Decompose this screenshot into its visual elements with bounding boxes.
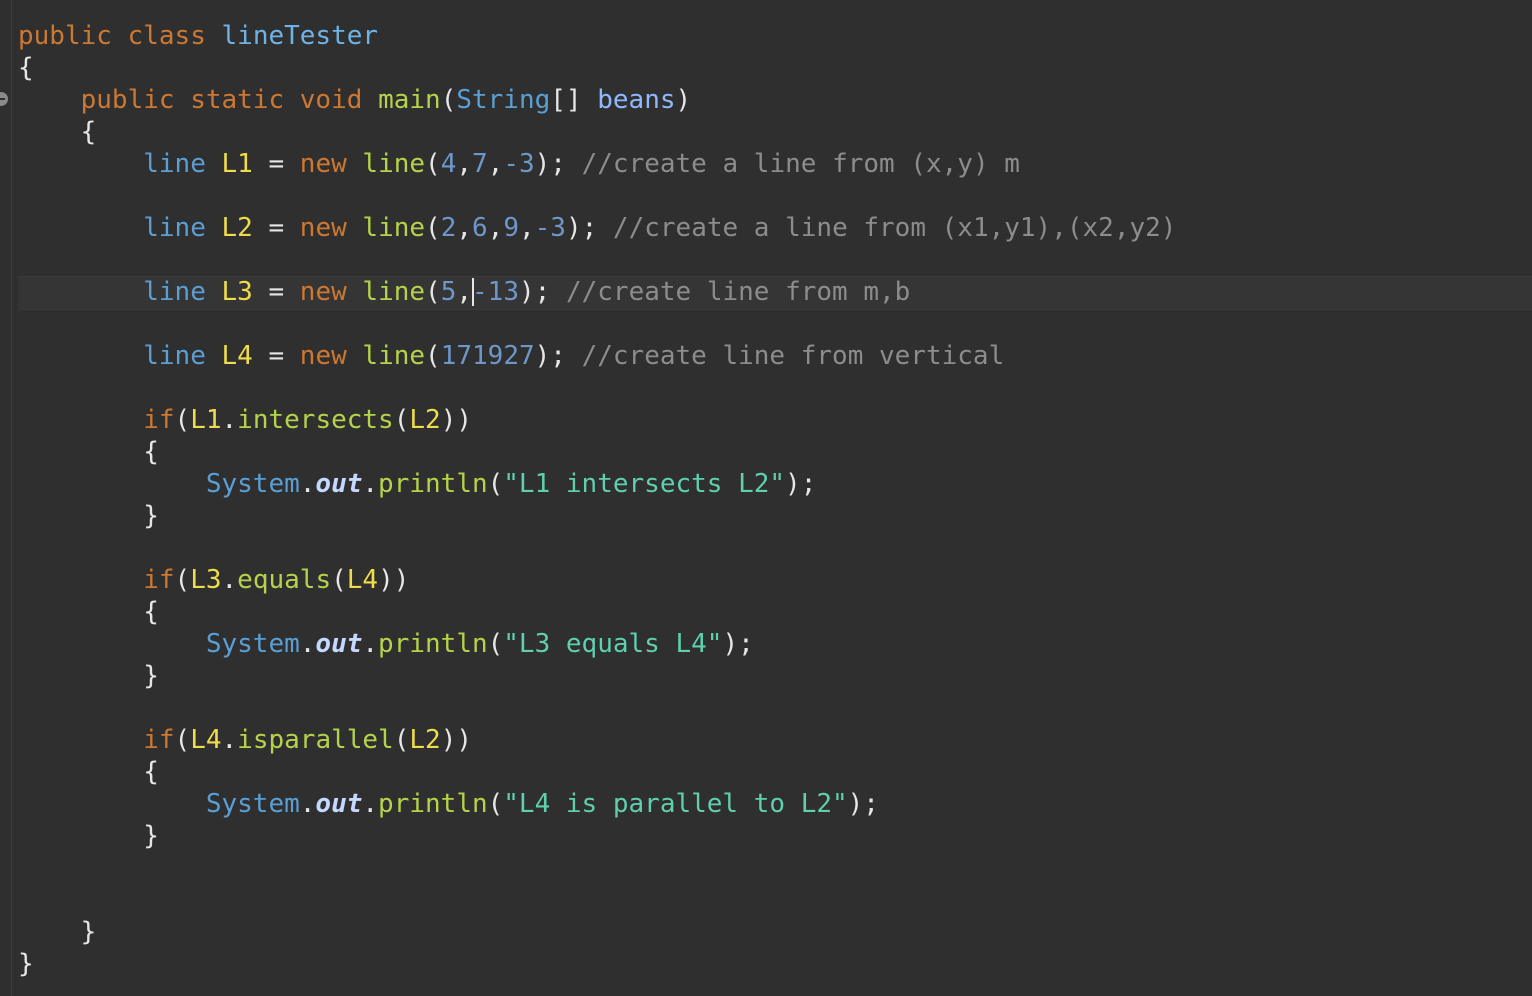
code-line-current[interactable]: line L3 = new line(5,-13); //create line… <box>18 272 1532 307</box>
number: -13 <box>472 277 519 307</box>
number: -3 <box>503 149 535 179</box>
code-line[interactable] <box>18 240 1532 272</box>
number: 7 <box>472 149 488 179</box>
variable: L2 <box>409 725 441 755</box>
keyword: public <box>80 85 175 115</box>
number: 4 <box>440 149 457 179</box>
code-line[interactable]: } <box>18 656 1532 691</box>
code-line[interactable]: { <box>18 432 1532 467</box>
param-type: String <box>456 85 551 115</box>
param-name: beans <box>597 85 676 115</box>
number: 171927 <box>440 341 535 371</box>
keyword: if <box>143 565 175 595</box>
constructor-call: line <box>362 149 426 179</box>
type-name: line <box>143 277 206 307</box>
code-line[interactable]: { <box>18 592 1532 627</box>
keyword: static <box>190 85 285 115</box>
comment: //create line from m,b <box>565 277 911 307</box>
code-line[interactable]: System.out.println("L4 is parallel to L2… <box>18 784 1532 819</box>
static-field: out <box>315 789 363 819</box>
method-call: intersects <box>237 405 394 435</box>
variable: L1 <box>221 149 253 179</box>
comment: //create a line from (x1,y1),(x2,y2) <box>612 213 1177 243</box>
code-line[interactable]: line L2 = new line(2,6,9,-3); //create a… <box>18 208 1532 243</box>
keyword: public <box>18 21 112 51</box>
class-name: lineTester <box>221 21 379 51</box>
method-call: println <box>378 469 488 499</box>
keyword: void <box>299 85 363 115</box>
code-line[interactable] <box>18 176 1532 208</box>
variable: L4 <box>346 565 379 595</box>
constructor-call: line <box>362 213 426 243</box>
code-line[interactable]: if(L3.equals(L4)) <box>18 560 1532 595</box>
variable: L4 <box>221 341 253 371</box>
code-line[interactable] <box>18 368 1532 400</box>
code-area[interactable]: public class lineTester { public static … <box>18 16 1532 979</box>
number: 9 <box>503 213 519 243</box>
constructor-call: line <box>362 341 426 371</box>
keyword: new <box>299 277 347 307</box>
code-line[interactable] <box>18 880 1532 912</box>
code-line[interactable]: if(L1.intersects(L2)) <box>18 400 1532 435</box>
method-call: equals <box>237 565 332 595</box>
type-name: line <box>143 341 206 371</box>
number: 2 <box>440 213 457 243</box>
static-field: out <box>315 629 363 659</box>
static-field: out <box>315 469 363 499</box>
number: -3 <box>534 213 566 243</box>
variable: L2 <box>409 405 441 435</box>
variable: L3 <box>221 277 253 307</box>
code-line[interactable]: System.out.println("L3 equals L4"); <box>18 624 1532 659</box>
code-line[interactable]: } <box>18 496 1532 531</box>
keyword: if <box>143 725 175 755</box>
code-line[interactable]: if(L4.isparallel(L2)) <box>18 720 1532 755</box>
code-line[interactable]: line L1 = new line(4,7,-3); //create a l… <box>18 144 1532 179</box>
method-name: main <box>378 85 441 115</box>
method-call: isparallel <box>237 725 394 755</box>
keyword: class <box>127 21 206 51</box>
string-literal: "L4 is parallel to L2" <box>503 789 848 819</box>
code-line[interactable]: public static void main(String[] beans) <box>18 80 1532 115</box>
code-line[interactable]: System.out.println("L1 intersects L2"); <box>18 464 1532 499</box>
type-name: line <box>143 149 206 179</box>
variable: L3 <box>190 565 222 595</box>
keyword: new <box>299 341 347 371</box>
code-line[interactable]: public class lineTester <box>18 16 1532 51</box>
keyword: if <box>143 405 175 435</box>
code-line[interactable]: { <box>18 48 1532 83</box>
variable: L1 <box>190 405 222 435</box>
code-line[interactable] <box>18 304 1532 336</box>
code-line[interactable]: { <box>18 112 1532 147</box>
method-call: println <box>378 629 488 659</box>
code-line[interactable] <box>18 528 1532 560</box>
class-ref: System <box>205 469 300 499</box>
comment: //create line from vertical <box>581 341 1005 371</box>
code-line[interactable]: } <box>18 816 1532 851</box>
collapse-fold-icon[interactable] <box>0 92 8 106</box>
comment: //create a line from (x,y) m <box>581 149 1020 179</box>
code-line[interactable]: } <box>18 944 1532 979</box>
code-line[interactable] <box>18 848 1532 880</box>
code-line[interactable] <box>18 688 1532 720</box>
class-ref: System <box>205 629 300 659</box>
method-call: println <box>378 789 488 819</box>
code-line[interactable]: line L4 = new line(171927); //create lin… <box>18 336 1532 371</box>
number: 6 <box>472 213 488 243</box>
variable: L2 <box>221 213 253 243</box>
string-literal: "L1 intersects L2" <box>503 469 786 499</box>
gutter-divider <box>11 0 12 996</box>
code-line[interactable]: { <box>18 752 1532 787</box>
variable: L4 <box>190 725 222 755</box>
constructor-call: line <box>362 277 426 307</box>
code-line[interactable]: } <box>18 912 1532 947</box>
code-editor[interactable]: public class lineTester { public static … <box>0 0 1532 996</box>
number: 5 <box>440 277 457 307</box>
type-name: line <box>143 213 206 243</box>
keyword: new <box>299 213 347 243</box>
class-ref: System <box>205 789 300 819</box>
string-literal: "L3 equals L4" <box>503 629 723 659</box>
keyword: new <box>299 149 347 179</box>
